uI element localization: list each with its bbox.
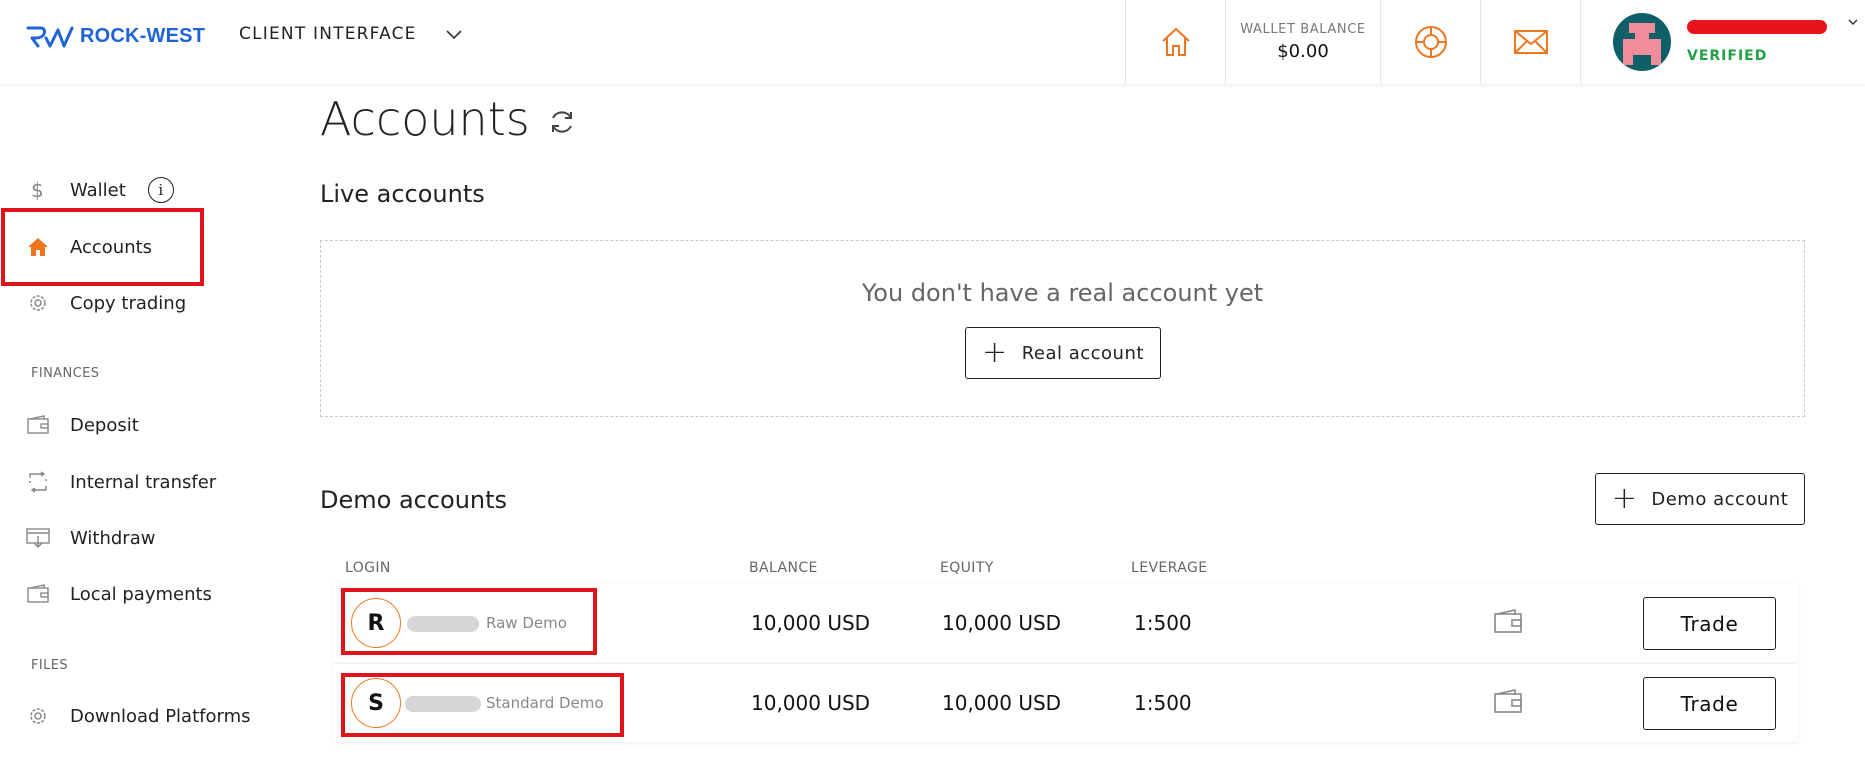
transfer-icon — [26, 470, 50, 494]
withdraw-icon — [26, 526, 50, 550]
trade-button[interactable]: Trade — [1643, 677, 1776, 730]
sidebar-item-label: Download Platforms — [70, 705, 251, 727]
wallet-icon — [26, 582, 50, 606]
section-label-finances: FINANCES — [31, 366, 100, 381]
demo-account-button[interactable]: + Demo account — [1595, 473, 1805, 525]
highlight-box — [341, 673, 624, 737]
sidebar-item-withdraw[interactable]: Withdraw — [26, 520, 155, 556]
sidebar-item-label: Internal transfer — [70, 471, 217, 493]
refresh-icon[interactable] — [546, 106, 578, 138]
home-button[interactable] — [1125, 0, 1225, 84]
sidebar-item-deposit[interactable]: Deposit — [26, 407, 139, 443]
dollar-icon: $ — [26, 178, 50, 202]
page-title-text: Accounts — [320, 92, 530, 146]
gear-icon — [26, 704, 50, 728]
leverage-value: 1:500 — [1134, 691, 1192, 715]
sidebar-item-local-payments[interactable]: Local payments — [26, 576, 212, 612]
sidebar-item-label: Copy trading — [70, 292, 187, 314]
support-button[interactable] — [1380, 0, 1480, 84]
page-title: Accounts — [320, 92, 578, 146]
live-accounts-title: Live accounts — [320, 180, 485, 208]
user-info: VERIFIED — [1687, 20, 1827, 64]
leverage-value: 1:500 — [1134, 611, 1192, 635]
equity-value: 10,000 USD — [942, 611, 1062, 635]
sidebar-item-label: Deposit — [70, 414, 139, 436]
equity-value: 10,000 USD — [942, 691, 1062, 715]
highlight-box — [1, 208, 204, 286]
live-accounts-empty-panel: You don't have a real account yet + Real… — [320, 240, 1805, 417]
wallet-balance-value: $0.00 — [1277, 41, 1329, 62]
wallet-balance-label: WALLET BALANCE — [1240, 22, 1366, 37]
plus-icon: + — [1611, 481, 1638, 516]
real-account-button-label: Real account — [1021, 342, 1144, 364]
sidebar-item-label: Local payments — [70, 583, 212, 605]
balance-value: 10,000 USD — [751, 691, 871, 715]
sidebar-item-label: Withdraw — [70, 527, 156, 549]
chevron-down-icon[interactable] — [1847, 16, 1859, 28]
client-interface-dropdown[interactable]: CLIENT INTERFACE — [239, 24, 463, 44]
mail-icon — [1513, 30, 1548, 54]
user-menu[interactable]: VERIFIED — [1580, 0, 1865, 84]
section-label-files: FILES — [31, 658, 69, 673]
client-interface-label: CLIENT INTERFACE — [239, 24, 417, 44]
sidebar: $ Wallet i Accounts Copy trading FINANCE… — [0, 84, 260, 766]
demo-accounts-title: Demo accounts — [320, 486, 508, 514]
messages-button[interactable] — [1480, 0, 1580, 84]
sidebar-item-download-platforms[interactable]: Download Platforms — [26, 698, 250, 734]
home-icon — [1161, 27, 1190, 56]
highlight-box — [341, 588, 597, 655]
balance-value: 10,000 USD — [751, 611, 871, 635]
user-name-redacted — [1687, 20, 1827, 34]
sidebar-item-wallet[interactable]: $ Wallet i — [26, 172, 174, 208]
svg-text:$: $ — [31, 178, 44, 202]
column-header-login: LOGIN — [345, 560, 391, 576]
top-bar: ROCK-WEST CLIENT INTERFACE WALLET BALANC… — [0, 0, 1865, 84]
info-icon[interactable]: i — [147, 177, 174, 203]
real-account-button[interactable]: + Real account — [965, 327, 1161, 379]
empty-state-text: You don't have a real account yet — [861, 279, 1264, 307]
chevron-down-icon — [446, 30, 462, 40]
verified-badge: VERIFIED — [1687, 48, 1768, 64]
column-header-balance: BALANCE — [749, 560, 818, 576]
gear-icon — [26, 291, 50, 315]
avatar[interactable] — [1613, 13, 1671, 71]
sidebar-item-copy-trading[interactable]: Copy trading — [26, 285, 186, 321]
wallet-balance[interactable]: WALLET BALANCE $0.00 — [1225, 0, 1380, 84]
wallet-icon[interactable] — [1493, 688, 1523, 714]
brand-name: ROCK-WEST — [80, 24, 206, 47]
plus-icon: + — [982, 335, 1008, 370]
sidebar-item-label: Wallet — [70, 179, 126, 201]
trade-button[interactable]: Trade — [1643, 597, 1776, 650]
column-header-equity: EQUITY — [940, 560, 994, 576]
lifebuoy-icon — [1414, 26, 1447, 58]
column-header-leverage: LEVERAGE — [1131, 560, 1208, 576]
sidebar-item-internal-transfer[interactable]: Internal transfer — [26, 464, 216, 500]
demo-account-button-label: Demo account — [1651, 488, 1789, 510]
wallet-icon — [26, 413, 50, 437]
logo-mark-icon — [26, 26, 74, 48]
brand-logo[interactable]: ROCK-WEST — [26, 24, 205, 48]
wallet-icon[interactable] — [1493, 608, 1523, 634]
